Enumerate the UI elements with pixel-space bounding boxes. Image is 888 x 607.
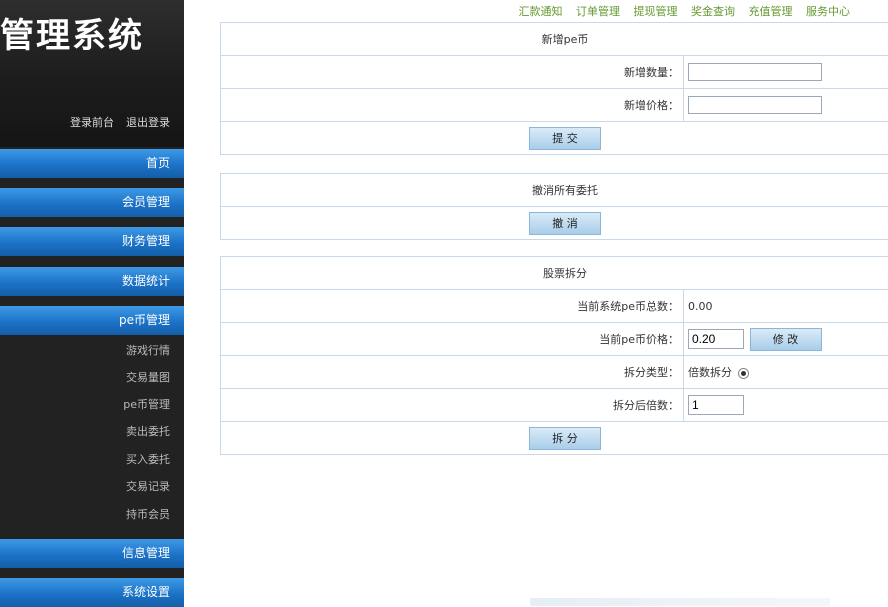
sub-item-game-market[interactable]: 游戏行情 (0, 337, 184, 364)
current-price-label: 当前pe币价格： (221, 323, 684, 356)
sidebar-header: 管理系统 登录前台退出登录 (0, 0, 184, 147)
sub-item-pe-manage[interactable]: pe币管理 (0, 391, 184, 418)
split-button[interactable]: 拆 分 (529, 427, 601, 450)
qty-input[interactable] (688, 63, 822, 81)
menu-member[interactable]: 会员管理 (0, 188, 184, 217)
main-content: 新增pe币 新增数量： 新增价格： 提 交 撤消所有委托 撤 消 股票拆分 当前… (184, 0, 888, 606)
footer-strip (530, 598, 830, 606)
sidebar: 管理系统 登录前台退出登录 首页 会员管理 财务管理 数据统计 pe币管理 游戏… (0, 0, 184, 606)
login-links: 登录前台退出登录 (70, 114, 170, 130)
split-table: 股票拆分 当前系统pe币总数： 0.00 当前pe币价格： 修 改 拆分类型： … (220, 256, 888, 455)
split-title: 股票拆分 (221, 257, 888, 290)
split-type-label: 拆分类型： (221, 356, 684, 389)
price-label: 新增价格： (221, 89, 684, 122)
price-input[interactable] (688, 96, 822, 114)
cancel-title: 撤消所有委托 (221, 174, 888, 207)
menu-home[interactable]: 首页 (0, 149, 184, 178)
sub-item-volume-chart[interactable]: 交易量图 (0, 364, 184, 391)
add-pe-title: 新增pe币 (221, 23, 888, 56)
total-value: 0.00 (684, 290, 888, 323)
cancel-orders-table: 撤消所有委托 撤 消 (220, 173, 888, 240)
split-type-radio[interactable] (738, 368, 749, 379)
sub-item-holders[interactable]: 持币会员 (0, 501, 184, 528)
qty-label: 新增数量： (221, 56, 684, 89)
menu-info[interactable]: 信息管理 (0, 539, 184, 568)
menu-stats[interactable]: 数据统计 (0, 267, 184, 296)
current-price-input[interactable] (688, 329, 744, 349)
sub-item-sell-orders[interactable]: 卖出委托 (0, 418, 184, 445)
menu-settings[interactable]: 系统设置 (0, 578, 184, 607)
cancel-button[interactable]: 撤 消 (529, 212, 601, 235)
modify-button[interactable]: 修 改 (750, 328, 822, 351)
menu-pe[interactable]: pe币管理 (0, 306, 184, 335)
add-pe-table: 新增pe币 新增数量： 新增价格： 提 交 (220, 22, 888, 155)
sub-item-trade-records[interactable]: 交易记录 (0, 473, 184, 500)
multiple-label: 拆分后倍数： (221, 389, 684, 422)
system-title: 管理系统 (0, 8, 144, 57)
total-label: 当前系统pe币总数： (221, 290, 684, 323)
submit-button[interactable]: 提 交 (529, 127, 601, 150)
menu-finance[interactable]: 财务管理 (0, 227, 184, 256)
logout-link[interactable]: 退出登录 (126, 116, 170, 129)
sub-item-buy-orders[interactable]: 买入委托 (0, 446, 184, 473)
login-frontend-link[interactable]: 登录前台 (70, 116, 114, 129)
split-type-option: 倍数拆分 (688, 366, 732, 379)
multiple-input[interactable] (688, 395, 744, 415)
